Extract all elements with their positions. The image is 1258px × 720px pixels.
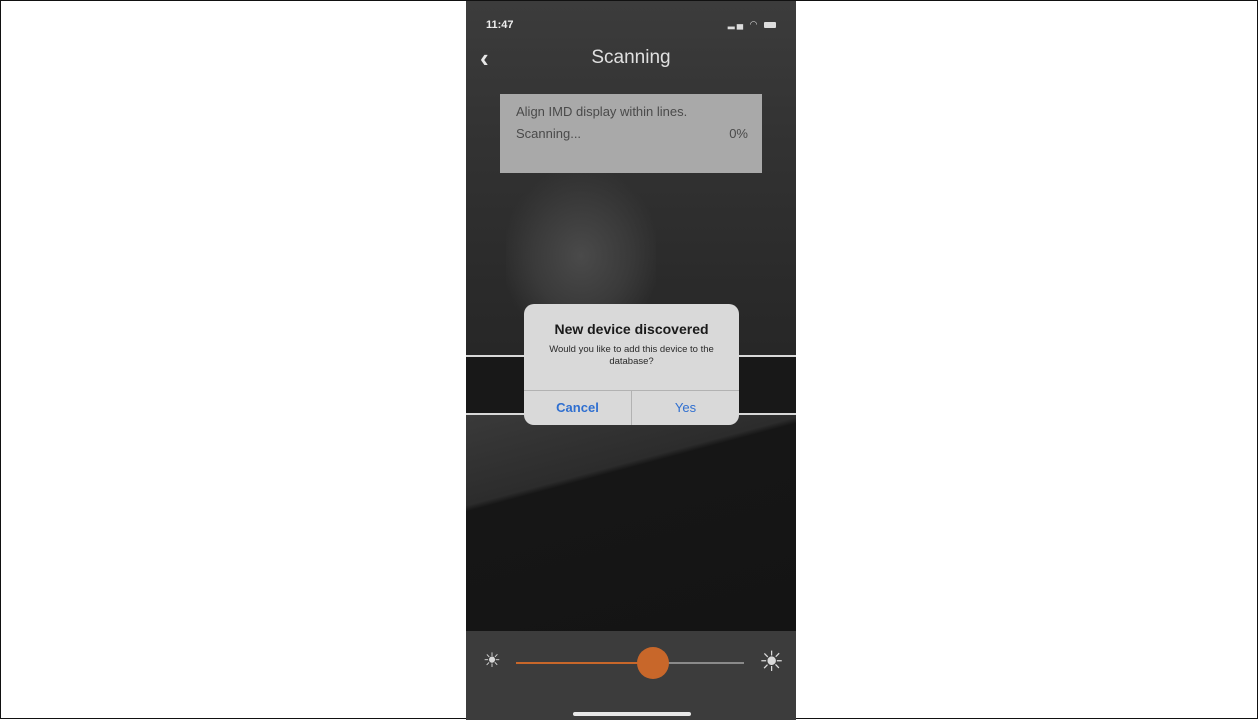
brightness-slider-track[interactable]: [516, 662, 744, 664]
brightness-bar: ☀ ☀: [466, 631, 796, 720]
phone-screen: 11:47 ▂▄ ◠ ‹ Scanning Align IMD display …: [466, 1, 796, 720]
scan-status: Scanning...: [516, 126, 582, 141]
brightness-slider-fill: [516, 662, 653, 664]
navigation-bar: ‹ Scanning: [466, 41, 796, 77]
screenshot-frame: 11:47 ▂▄ ◠ ‹ Scanning Align IMD display …: [0, 0, 1258, 720]
dialog-title: New device discovered: [554, 321, 709, 337]
scan-info-panel: Align IMD display within lines. Scanning…: [500, 94, 762, 173]
cancel-button[interactable]: Cancel: [524, 391, 631, 425]
yes-button[interactable]: Yes: [632, 391, 739, 425]
dialog-message: Would you like to add this device to the…: [549, 344, 714, 367]
scan-progress: 0%: [729, 126, 748, 141]
home-indicator[interactable]: [573, 712, 691, 716]
battery-icon: [764, 21, 776, 28]
new-device-dialog: New device discovered Would you like to …: [524, 304, 739, 425]
scan-instruction: Align IMD display within lines.: [516, 104, 688, 119]
brightness-slider-thumb[interactable]: [636, 647, 669, 679]
sun-small-icon: ☀: [483, 650, 501, 672]
status-time: 11:47: [486, 19, 514, 31]
sun-large-icon: ☀: [759, 646, 785, 677]
status-bar: 11:47 ▂▄ ◠: [466, 1, 796, 37]
wifi-icon: ◠: [749, 19, 760, 29]
page-title: Scanning: [591, 47, 671, 68]
signal-icon: ▂▄: [727, 19, 746, 29]
